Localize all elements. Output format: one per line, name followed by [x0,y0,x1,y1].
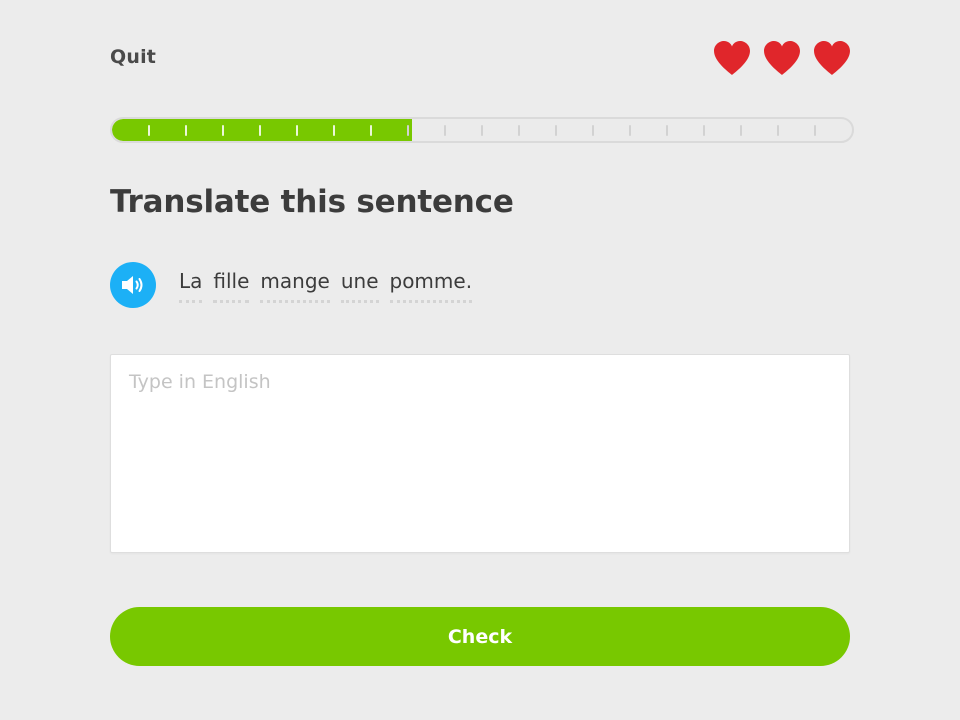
sentence-word[interactable]: La [179,268,203,303]
progress-tick [444,125,446,136]
play-audio-button[interactable] [110,262,156,308]
progress-tick [481,125,483,136]
answer-input[interactable] [110,354,850,553]
progress-tick [666,125,668,136]
sentence-word[interactable]: fille [213,268,250,303]
progress-tick [629,125,631,136]
sentence-word[interactable]: pomme. [389,268,473,303]
progress-tick [222,125,224,136]
progress-tick [259,125,261,136]
prompt-sentence: La fille mange une pomme. [179,268,473,303]
quit-button[interactable]: Quit [110,46,156,68]
progress-tick [777,125,779,136]
progress-tick [185,125,187,136]
progress-tick [333,125,335,136]
hearts-indicator [712,40,852,76]
progress-tick [703,125,705,136]
sentence-word[interactable]: mange [260,268,330,303]
progress-ticks [112,119,852,141]
sentence-word[interactable]: une [340,268,379,303]
progress-tick [370,125,372,136]
heart-icon [764,41,800,75]
speaker-icon [122,276,143,294]
progress-tick [555,125,557,136]
progress-tick [296,125,298,136]
progress-tick [148,125,150,136]
progress-tick [407,125,409,136]
challenge-title: Translate this sentence [110,184,514,220]
check-button[interactable]: Check [110,607,850,666]
progress-tick [592,125,594,136]
lesson-progress-bar [110,117,854,143]
progress-tick [814,125,816,136]
progress-tick [740,125,742,136]
heart-icon [814,41,850,75]
heart-icon [714,41,750,75]
progress-tick [518,125,520,136]
